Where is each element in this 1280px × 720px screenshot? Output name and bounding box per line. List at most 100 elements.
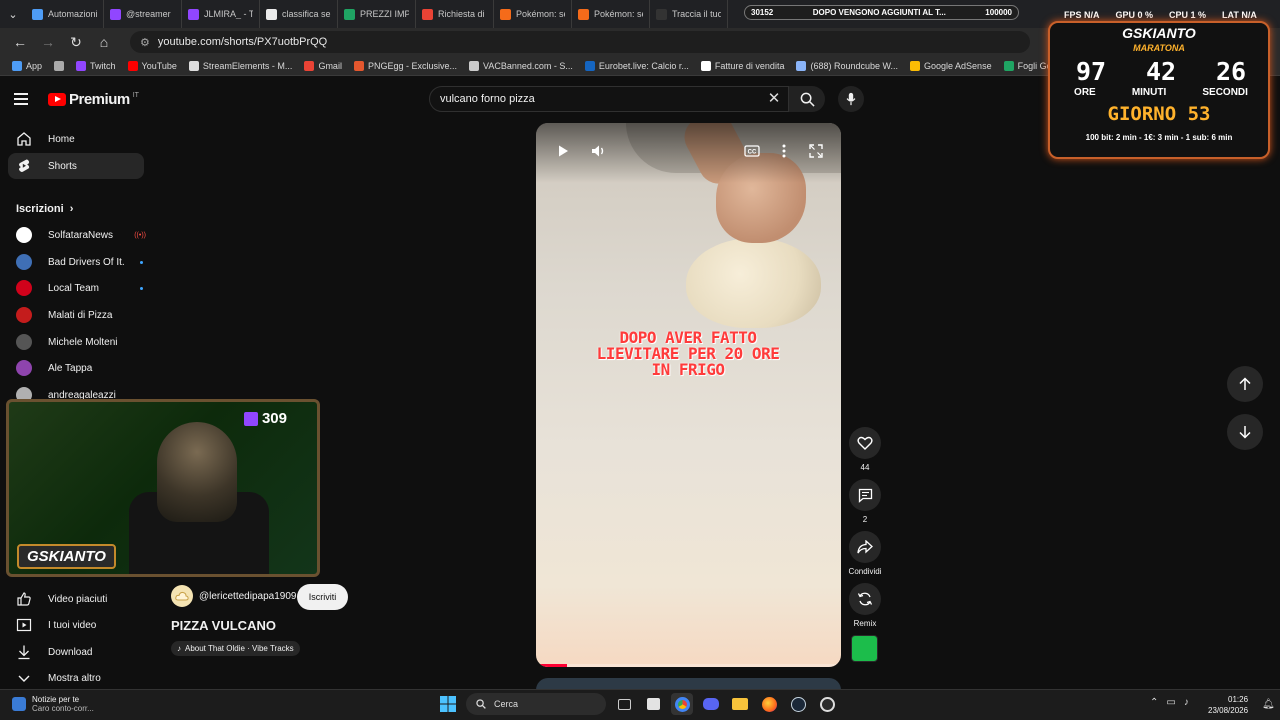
hamburger-menu-icon[interactable] bbox=[14, 89, 34, 109]
more-options-button[interactable] bbox=[773, 140, 795, 162]
discord-icon[interactable] bbox=[700, 693, 722, 715]
arrow-up-icon bbox=[1239, 377, 1251, 390]
subscription-item[interactable]: Bad Drivers Of It... bbox=[16, 252, 146, 272]
browser-tab[interactable]: Traccia il tuo bbox=[650, 0, 728, 28]
browser-tab[interactable]: classifica seri bbox=[260, 0, 338, 28]
bookmark[interactable]: Google AdSense bbox=[904, 60, 998, 71]
subscription-item[interactable]: Malati di Pizza bbox=[16, 305, 146, 325]
tab-favicon bbox=[32, 8, 43, 20]
browser-tab[interactable]: Richiesta di re bbox=[416, 0, 494, 28]
back-icon[interactable]: ← bbox=[8, 30, 32, 54]
sidebar-item-shorts[interactable]: Shorts bbox=[8, 153, 144, 179]
channel-info[interactable]: @lericettedipapa1909 bbox=[171, 585, 296, 607]
chevron-up-icon[interactable]: ⌃ bbox=[1150, 697, 1158, 708]
sidebar-item-show-more[interactable]: Mostra altro bbox=[8, 665, 144, 691]
music-note-icon: ♪ bbox=[177, 644, 181, 653]
fullscreen-button[interactable] bbox=[805, 140, 827, 162]
browser-tab[interactable]: Pokémon: se bbox=[494, 0, 572, 28]
browser-tab[interactable]: PREZZI IMPRI bbox=[338, 0, 416, 28]
previous-short-button[interactable] bbox=[1227, 366, 1263, 402]
bookmark[interactable]: (688) Roundcube W... bbox=[790, 60, 904, 71]
volume-button[interactable] bbox=[588, 140, 610, 162]
bookmark[interactable]: YouTube bbox=[122, 60, 183, 71]
task-view-icon[interactable] bbox=[613, 693, 635, 715]
bookmark[interactable]: VACBanned.com - S... bbox=[463, 60, 579, 71]
short-video-player[interactable]: CC DOPO AVER FATTO LIEVITARE PER 20 ORE … bbox=[536, 123, 841, 667]
bookmark[interactable]: Eurobet.live: Calcio r... bbox=[579, 60, 695, 71]
subscription-item[interactable]: Local Team bbox=[16, 278, 146, 298]
home-icon[interactable]: ⌂ bbox=[92, 30, 116, 54]
youtube-premium-logo[interactable]: Premium IT bbox=[48, 91, 139, 108]
bookmark[interactable]: StreamElements - M... bbox=[183, 60, 299, 71]
taskbar-clock[interactable]: 01:26 23/08/2026 bbox=[1208, 694, 1248, 716]
comment-button[interactable] bbox=[849, 479, 881, 511]
bookmark[interactable]: PNGEgg - Exclusive... bbox=[348, 60, 463, 71]
youtube-icon bbox=[127, 60, 138, 71]
file-explorer-icon[interactable] bbox=[729, 693, 751, 715]
channel-name: Michele Molteni bbox=[48, 336, 118, 348]
taskbar-search[interactable]: Cerca bbox=[466, 693, 606, 715]
captions-button[interactable]: CC bbox=[741, 140, 763, 162]
video-progress-bar[interactable] bbox=[536, 664, 841, 667]
sidebar-item-home[interactable]: Home bbox=[8, 126, 144, 152]
firefox-icon[interactable] bbox=[758, 693, 780, 715]
obs-icon[interactable] bbox=[816, 693, 838, 715]
music-thumbnail[interactable] bbox=[851, 635, 878, 662]
speaker-icon[interactable]: ♪ bbox=[1184, 697, 1189, 708]
news-widget[interactable]: Notizie per te Caro conto-corr... bbox=[12, 695, 94, 713]
network-icon[interactable]: ▭ bbox=[1166, 697, 1175, 708]
sidebar-item-liked[interactable]: Video piaciuti bbox=[8, 586, 144, 612]
webcam-overlay: 309 GSKIANTO bbox=[6, 399, 320, 577]
reload-icon[interactable]: ↻ bbox=[64, 30, 88, 54]
forward-icon[interactable]: → bbox=[36, 30, 60, 54]
voice-search-button[interactable] bbox=[838, 86, 864, 112]
tab-title: Pokémon: se bbox=[594, 9, 643, 19]
bookmark[interactable]: App bbox=[6, 60, 48, 71]
share-label: Condividi bbox=[848, 567, 882, 576]
browser-tab[interactable]: Pokémon: se bbox=[572, 0, 650, 28]
store-icon[interactable] bbox=[642, 693, 664, 715]
subscriptions-heading[interactable]: Iscrizioni › bbox=[16, 203, 73, 215]
tab-search-icon[interactable]: ⌄ bbox=[0, 0, 26, 28]
subscription-item[interactable]: Ale Tappa bbox=[16, 358, 146, 378]
steam-icon[interactable] bbox=[787, 693, 809, 715]
remix-action[interactable]: Remix bbox=[848, 583, 882, 628]
share-button[interactable] bbox=[849, 531, 881, 563]
windows-start-icon[interactable] bbox=[437, 693, 459, 715]
sidebar-item-downloads[interactable]: Download bbox=[8, 639, 144, 665]
comment-action[interactable]: 2 bbox=[848, 479, 882, 524]
share-action[interactable]: Condividi bbox=[848, 531, 882, 576]
sheets-icon bbox=[1003, 60, 1014, 71]
like-button[interactable] bbox=[849, 427, 881, 459]
adsense-icon bbox=[910, 60, 921, 71]
site-info-icon[interactable]: ⚙ bbox=[140, 36, 150, 49]
clear-search-icon[interactable]: ✕ bbox=[766, 90, 782, 108]
play-button[interactable] bbox=[552, 140, 574, 162]
subscribe-button[interactable]: Iscriviti bbox=[297, 584, 348, 610]
browser-tab[interactable]: JLMIRA_ - Tw bbox=[182, 0, 260, 28]
timer-values: 97 42 26 bbox=[1056, 57, 1266, 86]
url-field[interactable]: ⚙ youtube.com/shorts/PX7uotbPrQQ bbox=[130, 31, 1030, 53]
youtube-play-logo-icon bbox=[48, 93, 66, 106]
notifications-bell-icon[interactable]: 🔔︎ bbox=[1262, 699, 1275, 710]
bookmark[interactable]: Twitch bbox=[70, 60, 122, 71]
search-button[interactable] bbox=[789, 86, 825, 112]
new-content-dot bbox=[140, 260, 143, 264]
subscription-item[interactable]: SolfataraNews ((•)) bbox=[16, 225, 146, 245]
next-short-button[interactable] bbox=[1227, 414, 1263, 450]
sub-counter: 309 bbox=[243, 410, 287, 427]
bookmark[interactable] bbox=[48, 60, 70, 71]
chrome-icon[interactable] bbox=[671, 693, 693, 715]
browser-tab[interactable]: Automazioni bbox=[26, 0, 104, 28]
subscription-item[interactable]: Michele Molteni bbox=[16, 332, 146, 352]
bookmark[interactable]: Fatture di vendita bbox=[695, 60, 791, 71]
sidebar-item-your-videos[interactable]: I tuoi video bbox=[8, 612, 144, 638]
channel-avatar bbox=[16, 334, 32, 350]
bookmark[interactable]: Gmail bbox=[298, 60, 348, 71]
remix-button[interactable] bbox=[849, 583, 881, 615]
music-track[interactable]: ♪ About That Oldie · Vibe Tracks bbox=[171, 641, 300, 656]
channel-avatar bbox=[16, 254, 32, 270]
search-input[interactable]: vulcano forno pizza bbox=[429, 86, 789, 112]
browser-tab[interactable]: @streamer bbox=[104, 0, 182, 28]
like-action[interactable]: 44 bbox=[848, 427, 882, 472]
